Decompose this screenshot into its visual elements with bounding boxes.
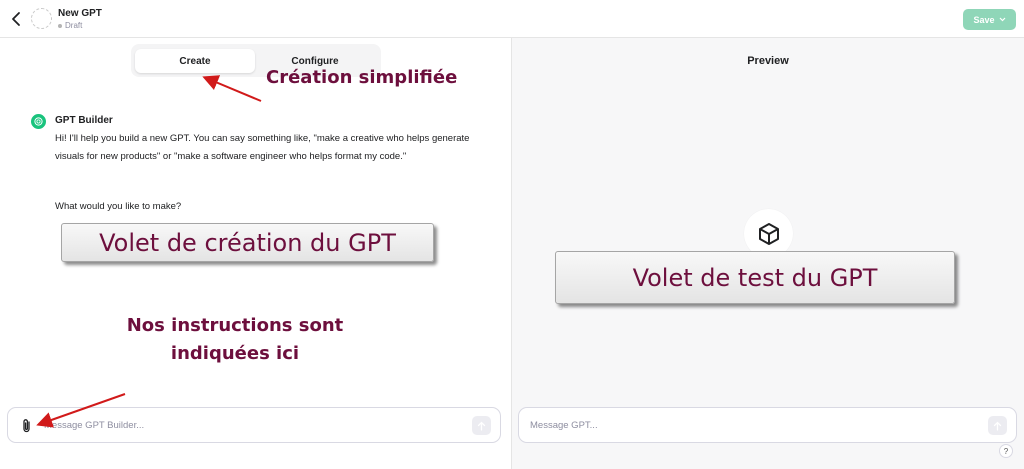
gpt-status: Draft	[58, 21, 82, 30]
builder-message: Hi! I'll help you build a new GPT. You c…	[55, 133, 470, 162]
annotation-instructions-line1: Nos instructions sont	[126, 315, 344, 336]
top-bar: New GPT Draft Save	[0, 0, 1024, 38]
status-label: Draft	[65, 21, 83, 30]
annotation-instructions: Nos instructions sont indiquées ici	[105, 312, 365, 368]
preview-send-button[interactable]	[988, 416, 1007, 435]
annotation-instructions-line2: indiquées ici	[170, 343, 300, 364]
builder-message-input[interactable]	[44, 416, 464, 434]
arrow-up-icon	[477, 421, 486, 431]
save-label: Save	[973, 14, 995, 25]
status-dot-icon	[58, 23, 62, 28]
paperclip-icon[interactable]	[20, 418, 34, 434]
builder-send-button[interactable]	[472, 416, 491, 435]
gpt-name: New GPT	[58, 8, 102, 19]
preview-message-input[interactable]	[530, 416, 970, 434]
back-chevron-icon[interactable]	[9, 10, 25, 28]
annotation-right-panel: Volet de test du GPT	[555, 251, 955, 304]
builder-name: GPT Builder	[55, 115, 113, 126]
annotation-creation: Création simplifiée	[266, 67, 458, 88]
gpt-builder-logo-icon	[31, 114, 46, 129]
preview-message-box	[518, 407, 1017, 443]
annotation-left-panel: Volet de création du GPT	[61, 223, 434, 262]
builder-message-box	[7, 407, 501, 443]
gpt-avatar-placeholder[interactable]	[31, 8, 52, 29]
preview-title: Preview	[747, 55, 789, 67]
arrow-up-icon	[993, 421, 1002, 431]
tab-create[interactable]: Create	[135, 49, 255, 73]
chevron-down-icon	[999, 17, 1005, 22]
builder-question: What would you like to make?	[55, 201, 182, 212]
help-button[interactable]: ?	[999, 444, 1013, 458]
save-button[interactable]: Save	[963, 9, 1016, 30]
